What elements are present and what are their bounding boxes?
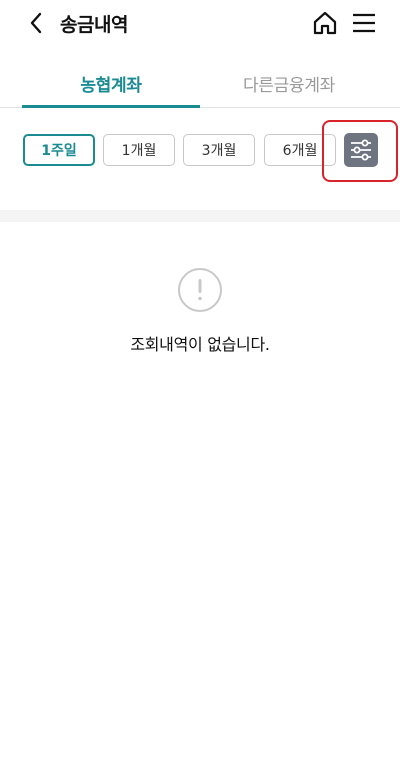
transfer-history-screen: 송금내역 농협계좌 다른금융계좌 1주일 1개월 3개월 6개월 조회내역이 없… [0, 0, 400, 773]
hamburger-menu-icon [353, 13, 375, 33]
sliders-icon [351, 139, 371, 161]
tab-other-account[interactable]: 다른금융계좌 [200, 58, 378, 108]
account-tabs: 농협계좌 다른금융계좌 [0, 58, 400, 108]
page-title: 송금내역 [60, 14, 128, 36]
period-filter-bar: 1주일 1개월 3개월 6개월 [0, 120, 400, 188]
empty-state-message: 조회내역이 없습니다. [130, 335, 270, 354]
period-1week-button[interactable]: 1주일 [23, 134, 95, 166]
home-icon [313, 11, 337, 35]
period-3month-button[interactable]: 3개월 [183, 134, 255, 166]
tab-nh-account[interactable]: 농협계좌 [22, 58, 200, 108]
active-tab-indicator [22, 105, 200, 108]
filter-settings-button[interactable] [344, 133, 378, 167]
period-1month-button[interactable]: 1개월 [103, 134, 175, 166]
back-button[interactable] [24, 11, 48, 35]
menu-button[interactable] [352, 11, 376, 35]
chevron-left-icon [30, 12, 42, 34]
header: 송금내역 [0, 0, 400, 48]
exclamation-circle-icon [178, 268, 222, 312]
home-button[interactable] [312, 10, 338, 36]
section-divider [0, 210, 400, 222]
